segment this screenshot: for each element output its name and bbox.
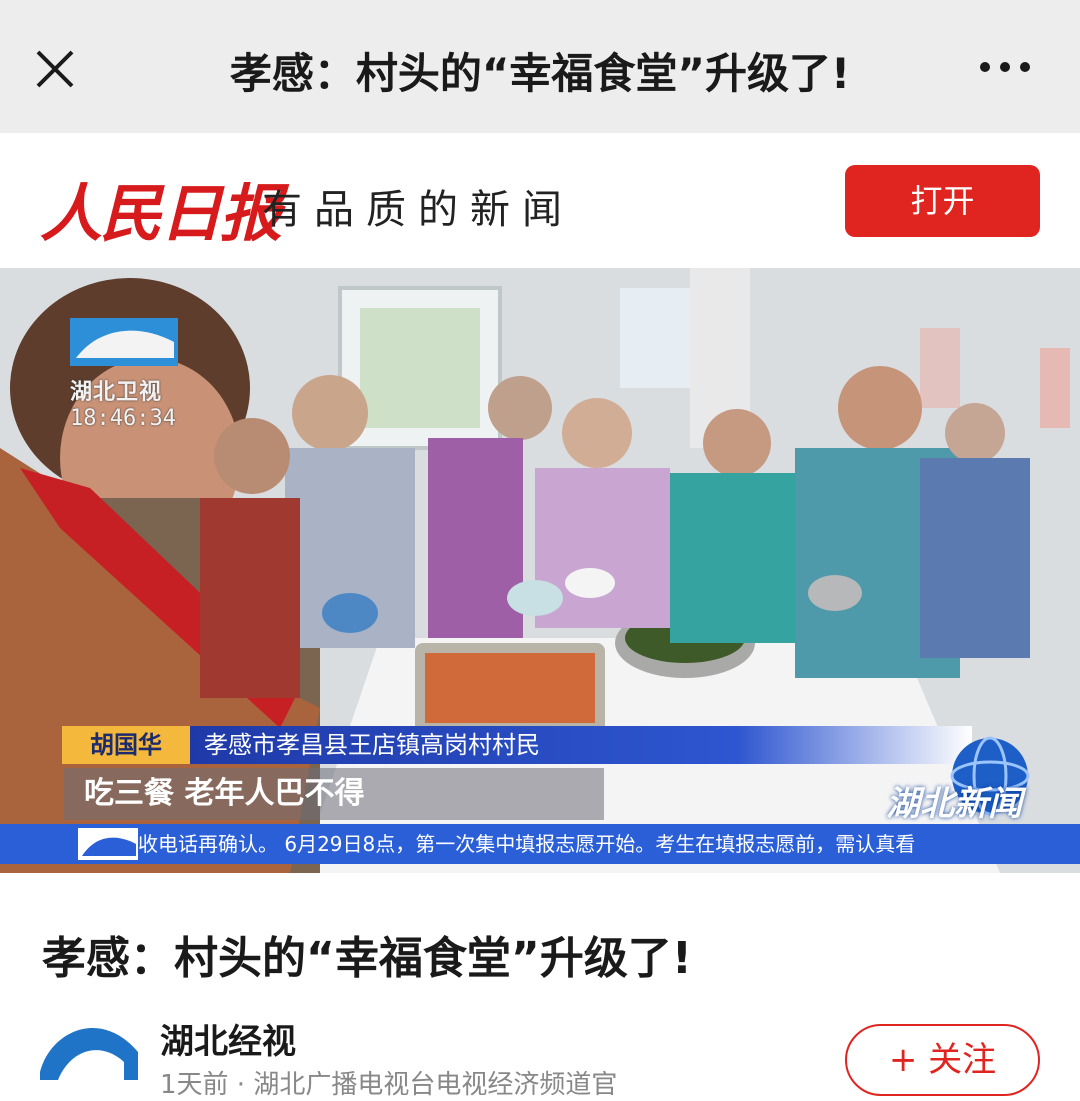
video-player[interactable]: 湖北卫视 18:46:34 胡国华 孝感市孝昌县王店镇高岗村村民 吃三餐 老年人… — [0, 268, 1080, 873]
brand-slogan: 有品质的新闻 — [262, 187, 574, 233]
interviewee-title: 孝感市孝昌县王店镇高岗村村民 — [190, 726, 972, 764]
ticker-logo-icon — [78, 828, 138, 860]
program-name: 湖北新闻 — [886, 784, 1022, 824]
author-row: 湖北经视 1天前 · 湖北广播电视台电视经济频道官 + 关注 — [0, 1000, 1080, 1100]
article-headline: 孝感：村头的“幸福食堂”升级了! — [42, 933, 692, 984]
author-name[interactable]: 湖北经视 — [160, 1014, 296, 1063]
lower-third: 胡国华 孝感市孝昌县王店镇高岗村村民 — [62, 726, 972, 764]
peoples-daily-logo: 人民日报 — [40, 177, 282, 250]
open-app-button[interactable]: 打开 — [845, 165, 1040, 237]
broadcast-clock: 18:46:34 — [70, 406, 176, 431]
channel-name: 湖北卫视 — [70, 380, 163, 405]
hubei-tv-logo-icon — [70, 318, 178, 366]
interviewee-name: 胡国华 — [62, 726, 190, 764]
ticker-text: 收电话再确认。 6月29日8点，第一次集中填报志愿开始。考生在填报志愿前，需认真… — [138, 832, 916, 856]
author-meta: 1天前 · 湖北广播电视台电视经济频道官 — [160, 1070, 618, 1100]
app-banner: 人民日报 有品质的新闻 打开 — [0, 133, 1080, 268]
news-ticker: 收电话再确认。 6月29日8点，第一次集中填报志愿开始。考生在填报志愿前，需认真… — [0, 824, 1080, 864]
follow-button[interactable]: + 关注 — [845, 1024, 1040, 1096]
nav-bar: 孝感：村头的“幸福食堂”升级了! — [0, 0, 1080, 133]
author-avatar[interactable] — [40, 1012, 140, 1080]
more-icon[interactable] — [975, 52, 1035, 82]
close-icon[interactable] — [30, 44, 80, 94]
program-logo: 湖北新闻 — [880, 736, 1070, 826]
channel-watermark: 湖北卫视 18:46:34 — [70, 318, 180, 438]
video-subtitle: 吃三餐 老年人巴不得 — [64, 768, 604, 820]
page-title: 孝感：村头的“幸福食堂”升级了! — [229, 49, 851, 98]
